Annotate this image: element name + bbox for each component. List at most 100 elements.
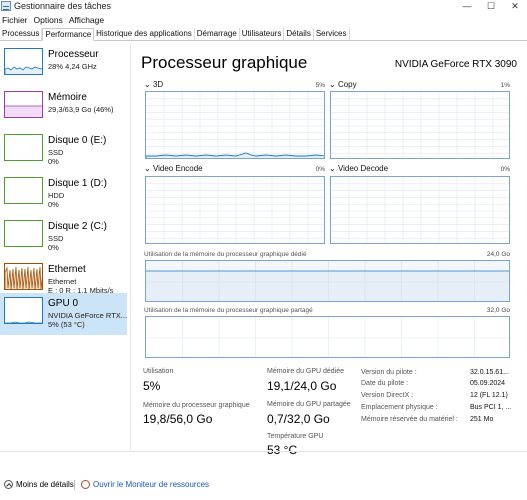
utilisation-value: 5% [143, 379, 161, 393]
tab-services[interactable]: Services [314, 28, 350, 40]
memory-thumbnail [4, 91, 43, 118]
sidebar-item-memoire[interactable]: Mémoire 29,3/63,9 Go (46%) [0, 87, 127, 129]
sidebar-item-label: Disque 1 (D:) [48, 178, 107, 189]
driver-version-value: 32.0.15.61... [470, 369, 509, 376]
engine-pct: 5% [315, 82, 325, 89]
gpu-memory-value: 19,8/56,0 Go [143, 412, 213, 426]
cpu-thumbnail [4, 48, 43, 75]
gpu-detail-panel: Processeur graphique NVIDIA GeForce RTX … [131, 44, 527, 457]
tab-processus[interactable]: Processus [0, 28, 43, 40]
shared-label: Mémoire du GPU partagée [267, 401, 351, 408]
engine-copy-graph [330, 91, 510, 159]
dedicated-memory-title: Utilisation de la mémoire du processeur … [144, 251, 307, 258]
page-title: Processeur graphique [141, 53, 308, 72]
tab-performance[interactable]: Performance [42, 28, 95, 41]
menu-bar: Fichier Options Affichage [0, 14, 527, 27]
reserved-memory-value: 251 Mo [470, 416, 494, 423]
sidebar-item-disque-1[interactable]: Disque 1 (D:) HDD 0% [0, 173, 127, 215]
footer-separator [74, 480, 75, 490]
temperature-value: 53 °C [267, 443, 298, 457]
sidebar-item-disque-2[interactable]: Disque 2 (C:) SSD 0% [0, 216, 127, 258]
fewer-details-link[interactable]: Moins de détails [16, 480, 74, 489]
engine-3d-selector[interactable]: ⌄ 3D [144, 80, 163, 89]
sidebar-item-detail: HDD [48, 191, 65, 200]
tab-utilisateurs[interactable]: Utilisateurs [240, 28, 285, 40]
sidebar-item-label: Mémoire [48, 92, 87, 103]
disk0-thumbnail [4, 134, 43, 161]
sidebar-item-detail: SSD [48, 148, 64, 157]
sidebar-item-label: Ethernet [48, 264, 86, 275]
sidebar-item-gpu-0[interactable]: GPU 0 NVIDIA GeForce RTX... 5% (53 °C) [0, 293, 127, 335]
temperature-label: Température GPU [267, 433, 324, 440]
sidebar-item-label: Processeur [48, 49, 99, 60]
menu-fichier[interactable]: Fichier [0, 14, 30, 27]
driver-date-value: 05.09.2024 [470, 380, 506, 387]
sidebar-item-detail: 28% 4,24 GHz [48, 62, 97, 71]
tab-details[interactable]: Détails [284, 28, 314, 40]
sidebar-item-usage: 5% (53 °C) [48, 320, 85, 329]
title-bar: Gestionnaire des tâches — ☐ ✕ [0, 0, 527, 13]
engine-video-decode-graph [330, 176, 510, 244]
engine-label: 3D [152, 80, 164, 89]
gpu-model-name: NVIDIA GeForce RTX 3090 [394, 59, 517, 70]
chevron-down-icon: ⌄ [144, 164, 151, 173]
sidebar-item-label: Disque 2 (C:) [48, 221, 107, 232]
engine-label: Video Decode [337, 164, 389, 173]
minimize-button[interactable]: — [455, 0, 479, 13]
sidebar-item-processeur[interactable]: Processeur 28% 4,24 GHz [0, 44, 127, 86]
engine-3d-graph [145, 91, 325, 159]
menu-options[interactable]: Options [32, 14, 65, 27]
chevron-up-icon[interactable] [4, 480, 13, 489]
engine-video-encode-selector[interactable]: ⌄ Video Encode [144, 164, 203, 173]
sidebar-item-detail: 29,3/63,9 Go (46%) [48, 105, 114, 114]
engine-pct: 0% [315, 166, 325, 173]
shared-value: 0,7/32,0 Go [267, 412, 330, 426]
resource-monitor-icon [81, 480, 90, 489]
sidebar-item-label: GPU 0 [48, 298, 79, 309]
shared-memory-max: 32,0 Go [486, 307, 510, 314]
cpu-sparkline [5, 66, 42, 74]
window-title: Gestionnaire des tâches [14, 1, 112, 11]
driver-version-label: Version du pilote : [361, 369, 417, 376]
driver-date-label: Date du pilote : [361, 380, 409, 387]
footer-divider [0, 451, 527, 452]
tab-historique[interactable]: Historique des applications [94, 28, 195, 40]
engine-label: Copy [337, 80, 357, 89]
footer-bar: Moins de détails Ouvrir le Moniteur de r… [0, 478, 527, 494]
directx-version-value: 12 (FL 12.1) [470, 392, 508, 399]
menu-affichage[interactable]: Affichage [67, 14, 106, 27]
shared-memory-graph [145, 316, 510, 358]
chevron-down-icon: ⌄ [144, 80, 151, 89]
reserved-memory-label: Mémoire réservée du matériel : [361, 416, 458, 423]
sidebar-item-disque-0[interactable]: Disque 0 (E:) SSD 0% [0, 130, 127, 172]
maximize-button[interactable]: ☐ [479, 0, 503, 13]
dedicated-value: 19,1/24,0 Go [267, 379, 337, 393]
disk1-thumbnail [4, 177, 43, 204]
engine-copy-selector[interactable]: ⌄ Copy [329, 80, 357, 89]
task-manager-icon [1, 1, 11, 11]
engine-pct: 0% [500, 166, 510, 173]
gpu-memory-label: Mémoire du processeur graphique [143, 402, 250, 409]
sidebar-item-detail: Ethernet [48, 277, 77, 286]
dedicated-memory-max: 24,0 Go [486, 251, 510, 258]
performance-sidebar: Processeur 28% 4,24 GHz Mémoire 29,3/63,… [0, 44, 127, 340]
ethernet-sparkline [5, 266, 42, 289]
tab-demarrage[interactable]: Démarrage [195, 28, 240, 40]
directx-version-label: Version DirectX : [361, 392, 414, 399]
shared-memory-title: Utilisation de la mémoire du processeur … [144, 307, 313, 314]
chevron-down-icon: ⌄ [329, 164, 336, 173]
engine-video-encode-graph [145, 176, 325, 244]
dedicated-label: Mémoire du GPU dédiée [267, 368, 345, 375]
tab-bar: Processus Performance Historique des app… [0, 28, 527, 41]
window-controls: — ☐ ✕ [455, 0, 527, 13]
close-button[interactable]: ✕ [503, 0, 527, 13]
memory-sparkline [5, 105, 42, 117]
sidebar-item-usage: 0% [48, 200, 59, 209]
open-resource-monitor-link[interactable]: Ouvrir le Moniteur de ressources [93, 480, 209, 489]
sidebar-item-label: Disque 0 (E:) [48, 135, 107, 146]
sidebar-item-usage: 0% [48, 243, 59, 252]
ethernet-thumbnail [4, 263, 43, 290]
engine-pct: 1% [500, 82, 510, 89]
engine-video-decode-selector[interactable]: ⌄ Video Decode [329, 164, 388, 173]
disk2-thumbnail [4, 220, 43, 247]
